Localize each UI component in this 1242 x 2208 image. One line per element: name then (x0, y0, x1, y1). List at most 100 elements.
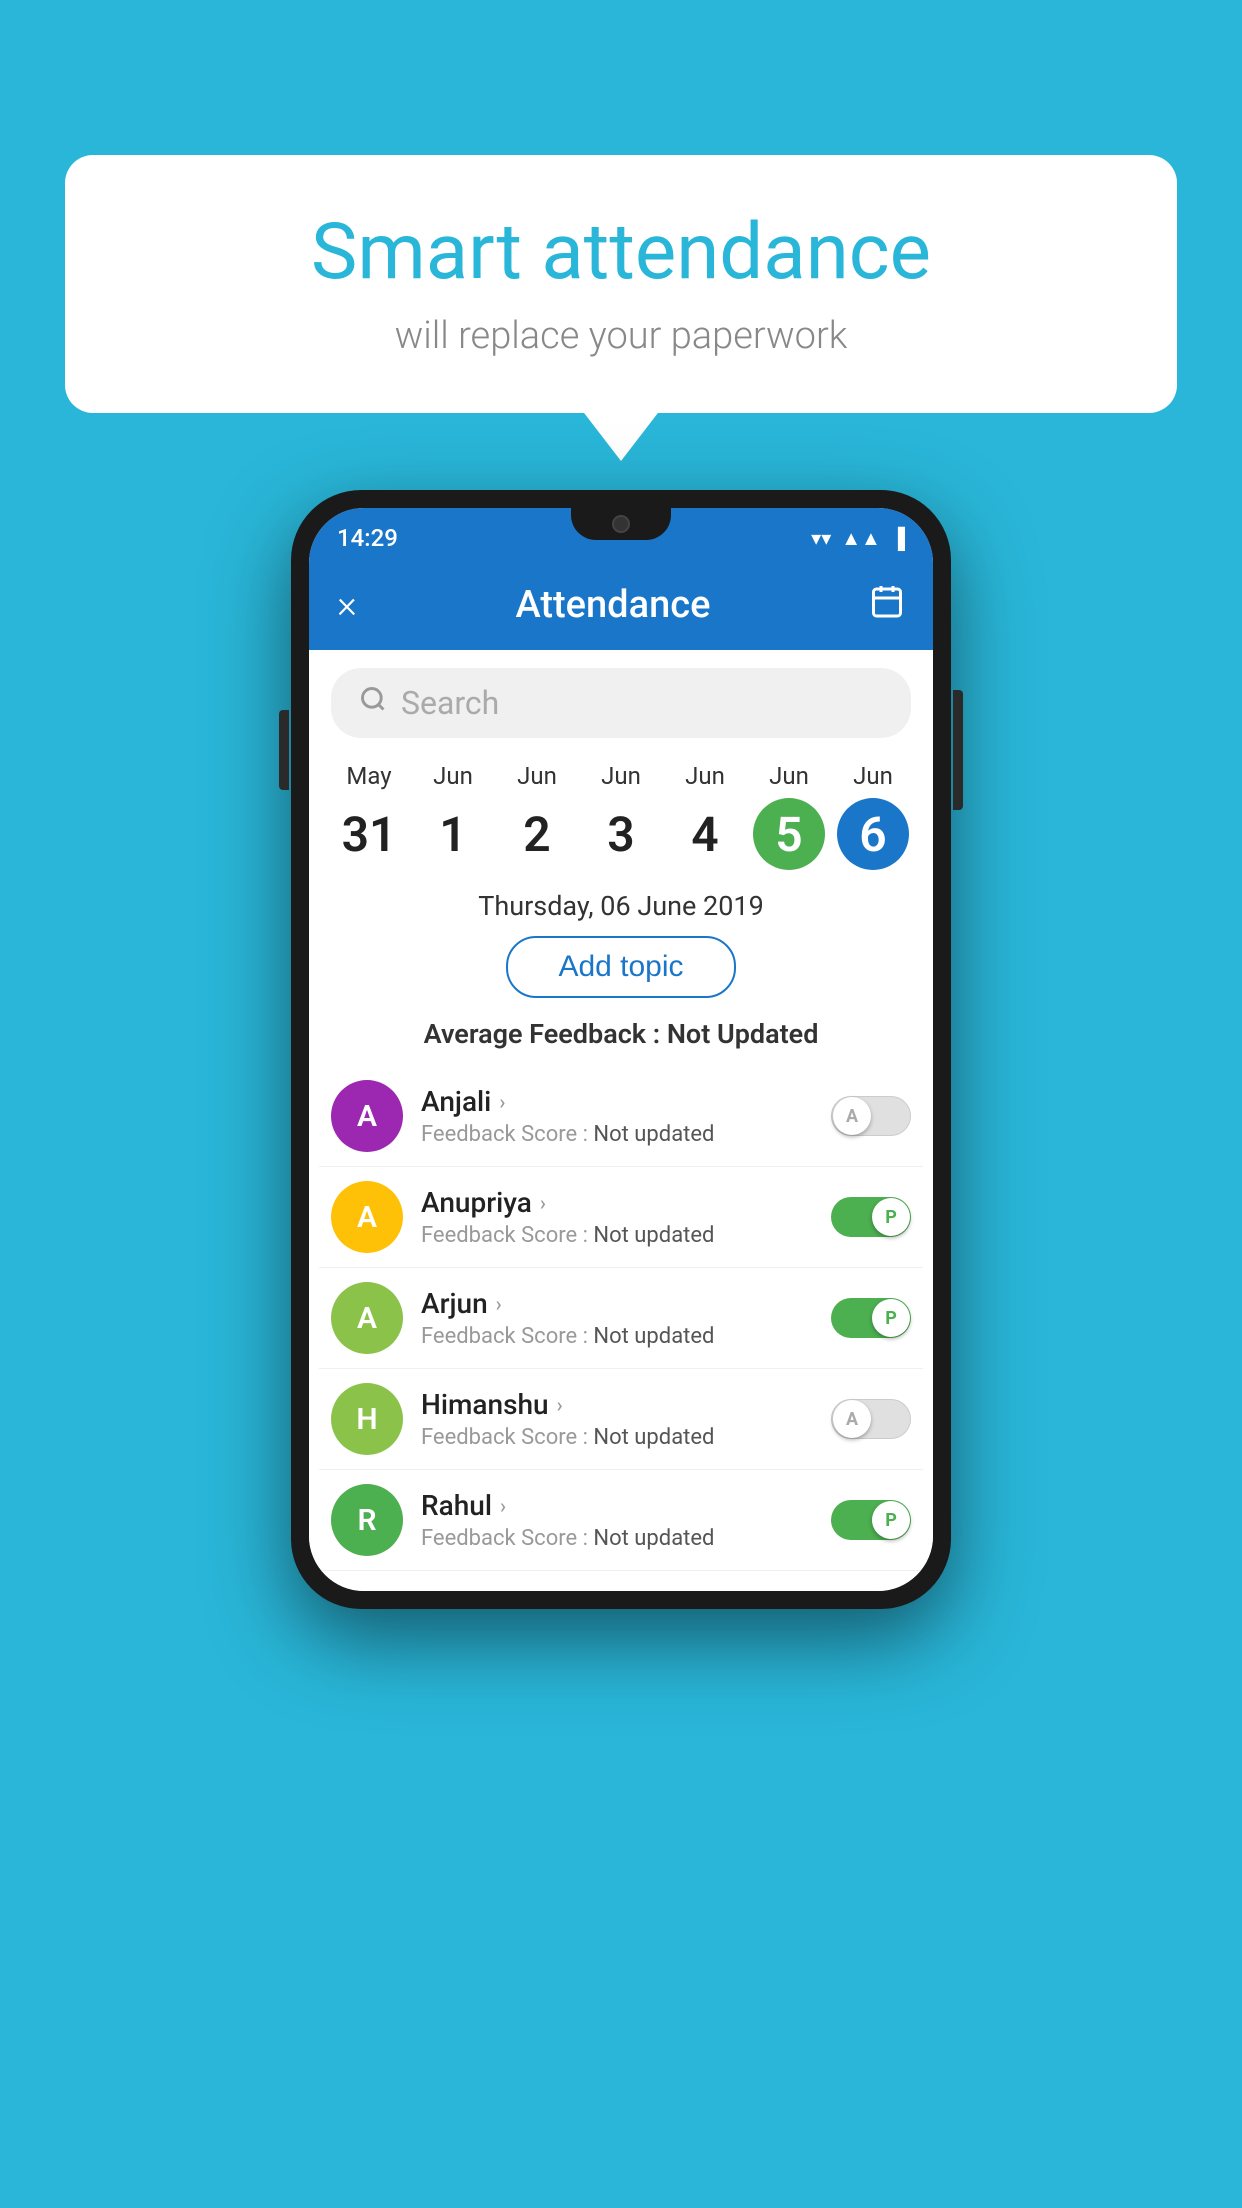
avg-feedback-label: Average Feedback : (424, 1018, 667, 1050)
student-info-3: Himanshu › Feedback Score : Not updated (421, 1388, 813, 1450)
chevron-icon: › (540, 1191, 546, 1215)
date-month-1: Jun (433, 762, 473, 790)
date-item-5[interactable]: Jun 5 (753, 762, 825, 870)
signal-icon: ▲▲ (841, 526, 881, 551)
selected-date-label: Thursday, 06 June 2019 (309, 880, 933, 936)
chevron-icon: › (499, 1090, 505, 1114)
app-title: Attendance (515, 583, 710, 627)
search-bar[interactable]: Search (331, 668, 911, 738)
date-selector: May 31 Jun 1 Jun 2 Jun 3 Jun 4 Jun 5 Jun 6 (309, 752, 933, 880)
app-header: × Attendance (309, 560, 933, 650)
close-button[interactable]: × (337, 583, 357, 627)
student-avatar-0: A (331, 1080, 403, 1152)
student-avatar-1: A (331, 1181, 403, 1253)
toggle-container-2[interactable]: P (831, 1298, 911, 1338)
student-feedback-2: Feedback Score : Not updated (421, 1324, 813, 1349)
date-day-6[interactable]: 6 (837, 798, 909, 870)
toggle-switch-2[interactable]: P (831, 1298, 911, 1338)
toggle-container-4[interactable]: P (831, 1500, 911, 1540)
phone-outer: 14:29 ▾▾ ▲▲ ▐ × Attendance (291, 490, 951, 1609)
toggle-knob-0: A (833, 1097, 871, 1135)
student-row-4[interactable]: R Rahul › Feedback Score : Not updated P (319, 1470, 923, 1571)
student-feedback-1: Feedback Score : Not updated (421, 1223, 813, 1248)
date-month-4: Jun (685, 762, 725, 790)
speech-bubble: Smart attendance will replace your paper… (65, 155, 1177, 413)
add-topic-button[interactable]: Add topic (506, 936, 735, 998)
student-name-3: Himanshu › (421, 1388, 813, 1421)
toggle-switch-0[interactable]: A (831, 1096, 911, 1136)
toggle-switch-4[interactable]: P (831, 1500, 911, 1540)
student-row-1[interactable]: A Anupriya › Feedback Score : Not updated P (319, 1167, 923, 1268)
student-list: AAnjali ›Feedback Score : Not updatedAAA… (309, 1066, 933, 1571)
student-feedback-3: Feedback Score : Not updated (421, 1425, 813, 1450)
toggle-container-0[interactable]: A (831, 1096, 911, 1136)
status-time: 14:29 (337, 524, 398, 552)
date-item-6[interactable]: Jun 6 (837, 762, 909, 870)
student-feedback-4: Feedback Score : Not updated (421, 1526, 813, 1551)
date-day-2[interactable]: 2 (501, 798, 573, 870)
student-avatar-2: A (331, 1282, 403, 1354)
date-day-1[interactable]: 1 (417, 798, 489, 870)
date-day-5[interactable]: 5 (753, 798, 825, 870)
student-info-4: Rahul › Feedback Score : Not updated (421, 1489, 813, 1551)
chevron-icon: › (496, 1292, 502, 1316)
bubble-title: Smart attendance (125, 210, 1117, 296)
date-month-0: May (346, 762, 391, 790)
student-name-1: Anupriya › (421, 1186, 813, 1219)
student-avatar-3: H (331, 1383, 403, 1455)
phone-mockup: 14:29 ▾▾ ▲▲ ▐ × Attendance (291, 490, 951, 1609)
date-month-3: Jun (601, 762, 641, 790)
date-item-3[interactable]: Jun 3 (585, 762, 657, 870)
toggle-knob-4: P (872, 1501, 910, 1539)
wifi-icon: ▾▾ (811, 526, 831, 550)
toggle-container-1[interactable]: P (831, 1197, 911, 1237)
search-icon (359, 685, 387, 721)
feedback-value-1: Not updated (593, 1223, 714, 1248)
date-month-2: Jun (517, 762, 557, 790)
search-container: Search (309, 650, 933, 752)
toggle-container-3[interactable]: A (831, 1399, 911, 1439)
student-row-2[interactable]: A Arjun › Feedback Score : Not updated P (319, 1268, 923, 1369)
date-month-6: Jun (853, 762, 893, 790)
date-item-2[interactable]: Jun 2 (501, 762, 573, 870)
phone-notch (571, 508, 671, 540)
avg-feedback-value: Not Updated (667, 1018, 819, 1050)
student-info-1: Anupriya › Feedback Score : Not updated (421, 1186, 813, 1248)
toggle-knob-1: P (872, 1198, 910, 1236)
student-feedback-0: Feedback Score : Not updated (421, 1122, 813, 1147)
student-row-0[interactable]: A Anjali › Feedback Score : Not updated A (319, 1066, 923, 1167)
date-item-1[interactable]: Jun 1 (417, 762, 489, 870)
date-month-5: Jun (769, 762, 809, 790)
feedback-value-2: Not updated (593, 1324, 714, 1349)
student-name-0: Anjali › (421, 1085, 813, 1118)
date-day-3[interactable]: 3 (585, 798, 657, 870)
phone-inner: 14:29 ▾▾ ▲▲ ▐ × Attendance (309, 508, 933, 1591)
date-day-0[interactable]: 31 (333, 798, 405, 870)
bubble-subtitle: will replace your paperwork (125, 314, 1117, 358)
student-avatar-4: R (331, 1484, 403, 1556)
toggle-switch-3[interactable]: A (831, 1399, 911, 1439)
search-placeholder: Search (401, 684, 499, 722)
date-item-4[interactable]: Jun 4 (669, 762, 741, 870)
student-name-4: Rahul › (421, 1489, 813, 1522)
toggle-knob-2: P (872, 1299, 910, 1337)
student-info-2: Arjun › Feedback Score : Not updated (421, 1287, 813, 1349)
avg-feedback: Average Feedback : Not Updated (309, 1014, 933, 1066)
chevron-icon: › (500, 1494, 506, 1518)
feedback-value-4: Not updated (593, 1526, 714, 1551)
date-day-4[interactable]: 4 (669, 798, 741, 870)
chevron-icon: › (557, 1393, 563, 1417)
student-name-2: Arjun › (421, 1287, 813, 1320)
calendar-icon[interactable] (869, 583, 905, 627)
app-body: Search May 31 Jun 1 Jun 2 Jun 3 Jun 4 Jun 5 Jun 6 Thu… (309, 650, 933, 1591)
feedback-value-3: Not updated (593, 1425, 714, 1450)
toggle-knob-3: A (833, 1400, 871, 1438)
status-icons: ▾▾ ▲▲ ▐ (811, 526, 905, 551)
student-info-0: Anjali › Feedback Score : Not updated (421, 1085, 813, 1147)
date-item-0[interactable]: May 31 (333, 762, 405, 870)
toggle-switch-1[interactable]: P (831, 1197, 911, 1237)
feedback-value-0: Not updated (593, 1122, 714, 1147)
battery-icon: ▐ (891, 526, 905, 551)
front-camera (612, 515, 630, 533)
student-row-3[interactable]: H Himanshu › Feedback Score : Not updated A (319, 1369, 923, 1470)
